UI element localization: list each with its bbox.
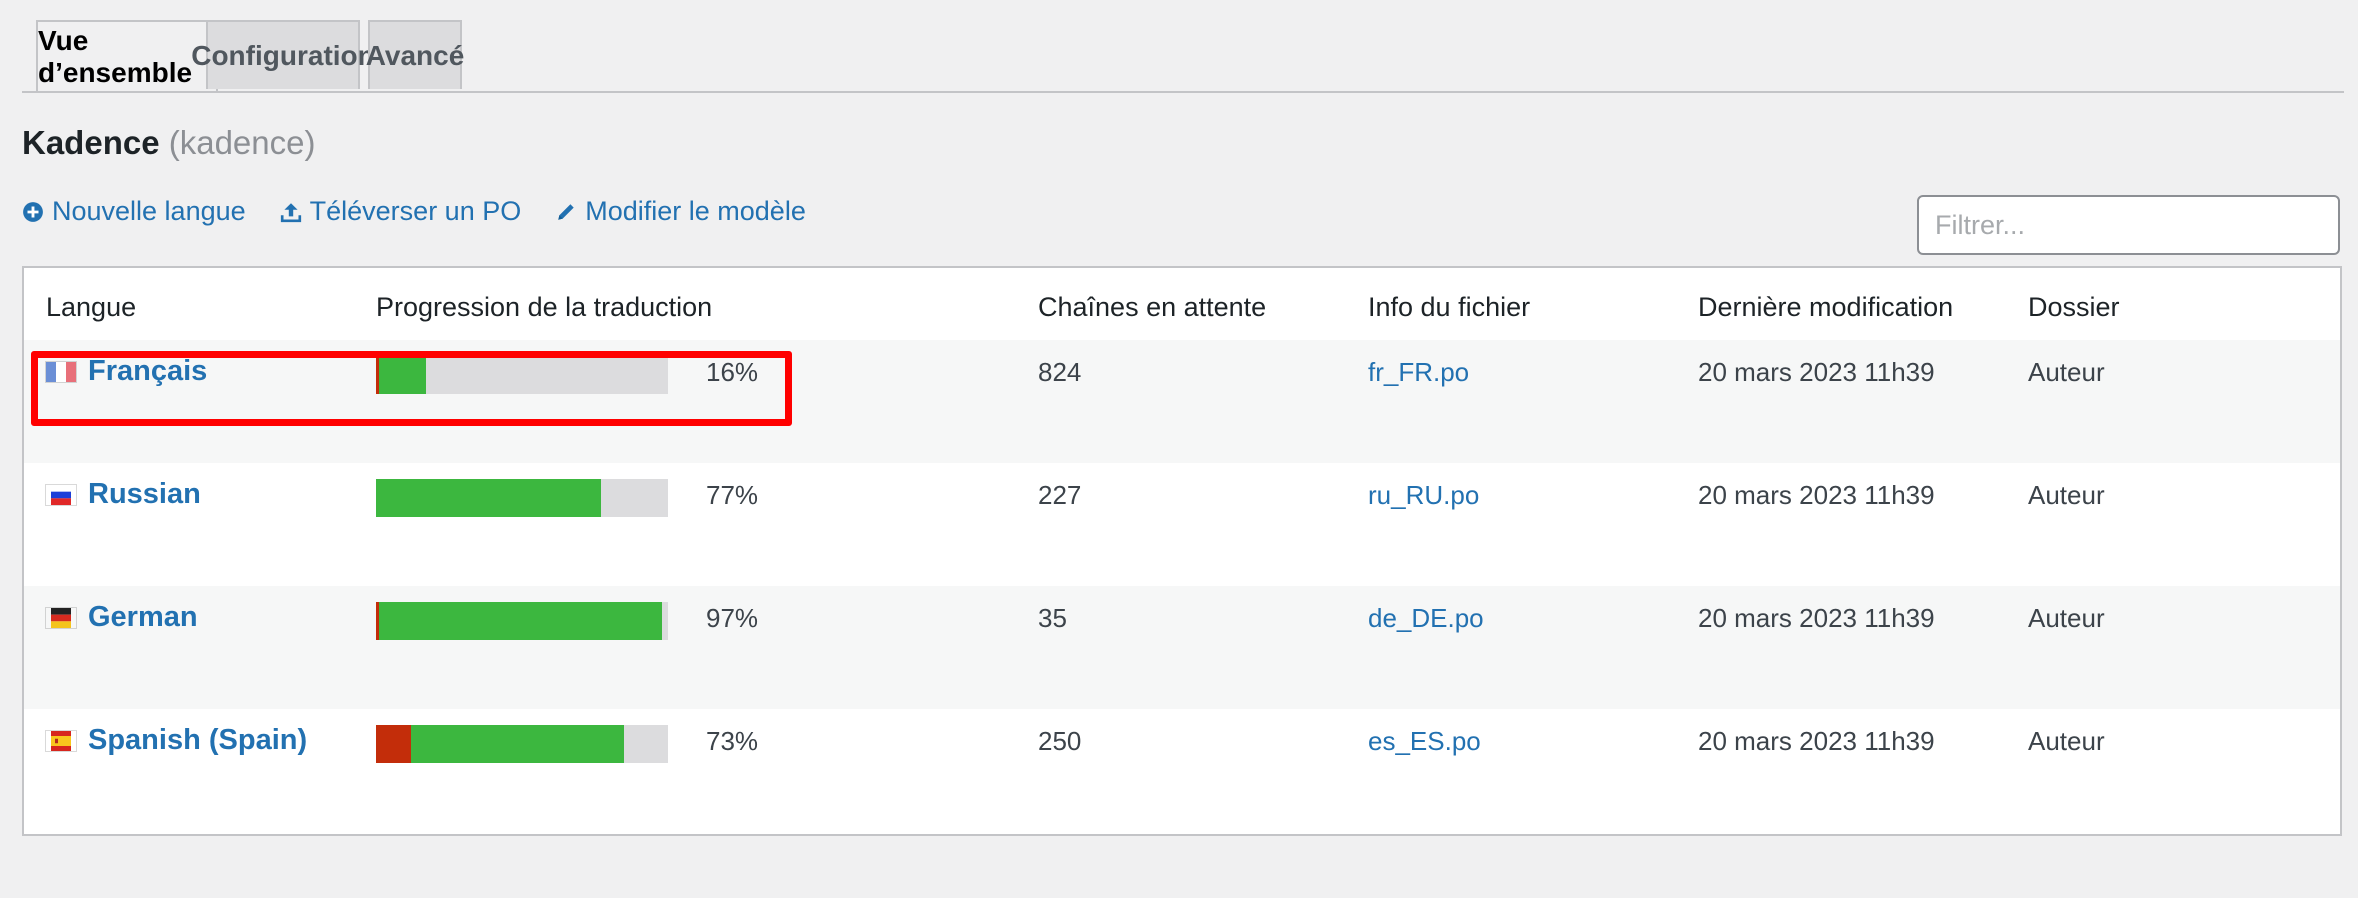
languages-table: Langue Progression de la traduction Chaî…	[22, 266, 2342, 836]
project-slug: (kadence)	[168, 124, 316, 161]
language-cell: Français	[46, 355, 207, 388]
folder-label: Auteur	[2028, 603, 2105, 633]
filter-input[interactable]	[1917, 195, 2340, 255]
language-link[interactable]: German	[88, 601, 198, 634]
modified-date: 20 mars 2023 11h39	[1698, 726, 1935, 756]
tab-configuration[interactable]: Configuration	[191, 20, 375, 89]
language-cell: Spanish (Spain)	[46, 724, 307, 757]
progress-bar	[376, 725, 668, 763]
language-cell: Russian	[46, 478, 201, 511]
folder-label: Auteur	[2028, 357, 2105, 387]
file-link[interactable]: ru_RU.po	[1368, 480, 1479, 511]
progress-bar	[376, 356, 668, 394]
pending-count: 227	[1038, 480, 1082, 510]
pending-count: 250	[1038, 726, 1082, 756]
folder-label: Auteur	[2028, 726, 2105, 756]
tab-advanced[interactable]: Avancé	[366, 20, 464, 89]
flag-de-icon	[51, 607, 71, 628]
progress-bar	[376, 479, 668, 517]
table-row: German 97% 35 de_DE.po 20 mars 2023 11h3…	[24, 586, 2340, 709]
tab-bar: Vue d’ensemble Configuration Avancé	[22, 0, 2344, 93]
table-row: Spanish (Spain) 73% 250 es_ES.po 20 mars…	[24, 709, 2340, 832]
header-language: Langue	[46, 292, 137, 322]
edit-template-link[interactable]: Modifier le modèle	[555, 196, 806, 227]
progress-bar	[376, 602, 668, 640]
language-link[interactable]: Russian	[88, 478, 201, 511]
action-links: Nouvelle langue Téléverser un PO Modifie…	[22, 196, 806, 227]
folder-label: Auteur	[2028, 480, 2105, 510]
flag-fr-icon	[46, 361, 76, 382]
progress-percent: 16%	[706, 357, 759, 387]
language-cell: German	[46, 601, 198, 634]
table-row: Russian 77% 227 ru_RU.po 20 mars 2023 11…	[24, 463, 2340, 586]
header-last-modified: Dernière modification	[1698, 292, 1954, 322]
modified-date: 20 mars 2023 11h39	[1698, 357, 1935, 387]
project-name: Kadence	[22, 124, 160, 161]
flag-es-icon	[51, 730, 71, 751]
new-language-link[interactable]: Nouvelle langue	[22, 196, 246, 227]
upload-icon	[280, 202, 301, 222]
progress-fuzzy	[376, 725, 412, 763]
progress-done	[378, 602, 663, 640]
pencil-icon	[558, 203, 574, 220]
progress-percent: 97%	[706, 603, 759, 633]
table-header: Langue Progression de la traduction Chaî…	[24, 268, 2340, 342]
upload-po-link[interactable]: Téléverser un PO	[280, 196, 522, 227]
progress-percent: 73%	[706, 726, 759, 756]
file-link[interactable]: de_DE.po	[1368, 603, 1484, 634]
pending-count: 824	[1038, 357, 1082, 387]
progress-done	[378, 356, 426, 394]
page-title: Kadence (kadence)	[22, 124, 315, 162]
file-link[interactable]: es_ES.po	[1368, 726, 1481, 757]
modified-date: 20 mars 2023 11h39	[1698, 480, 1935, 510]
header-file-info: Info du fichier	[1368, 292, 1531, 322]
progress-percent: 77%	[706, 480, 759, 510]
flag-ru-icon	[51, 484, 71, 505]
header-progress: Progression de la traduction	[376, 292, 713, 322]
language-link[interactable]: Français	[88, 355, 207, 388]
plus-circle-icon	[23, 201, 43, 222]
new-language-label: Nouvelle langue	[52, 196, 246, 226]
progress-done	[376, 479, 601, 517]
modified-date: 20 mars 2023 11h39	[1698, 603, 1935, 633]
progress-done	[411, 725, 625, 763]
upload-po-label: Téléverser un PO	[309, 196, 522, 226]
edit-template-label: Modifier le modèle	[585, 196, 806, 226]
language-link[interactable]: Spanish (Spain)	[88, 724, 307, 757]
file-link[interactable]: fr_FR.po	[1368, 357, 1469, 388]
header-folder: Dossier	[2028, 292, 2120, 322]
header-pending: Chaînes en attente	[1038, 292, 1267, 322]
pending-count: 35	[1038, 603, 1067, 633]
table-row: Français 16% 824 fr_FR.po 20 mars 2023 1…	[24, 340, 2340, 463]
